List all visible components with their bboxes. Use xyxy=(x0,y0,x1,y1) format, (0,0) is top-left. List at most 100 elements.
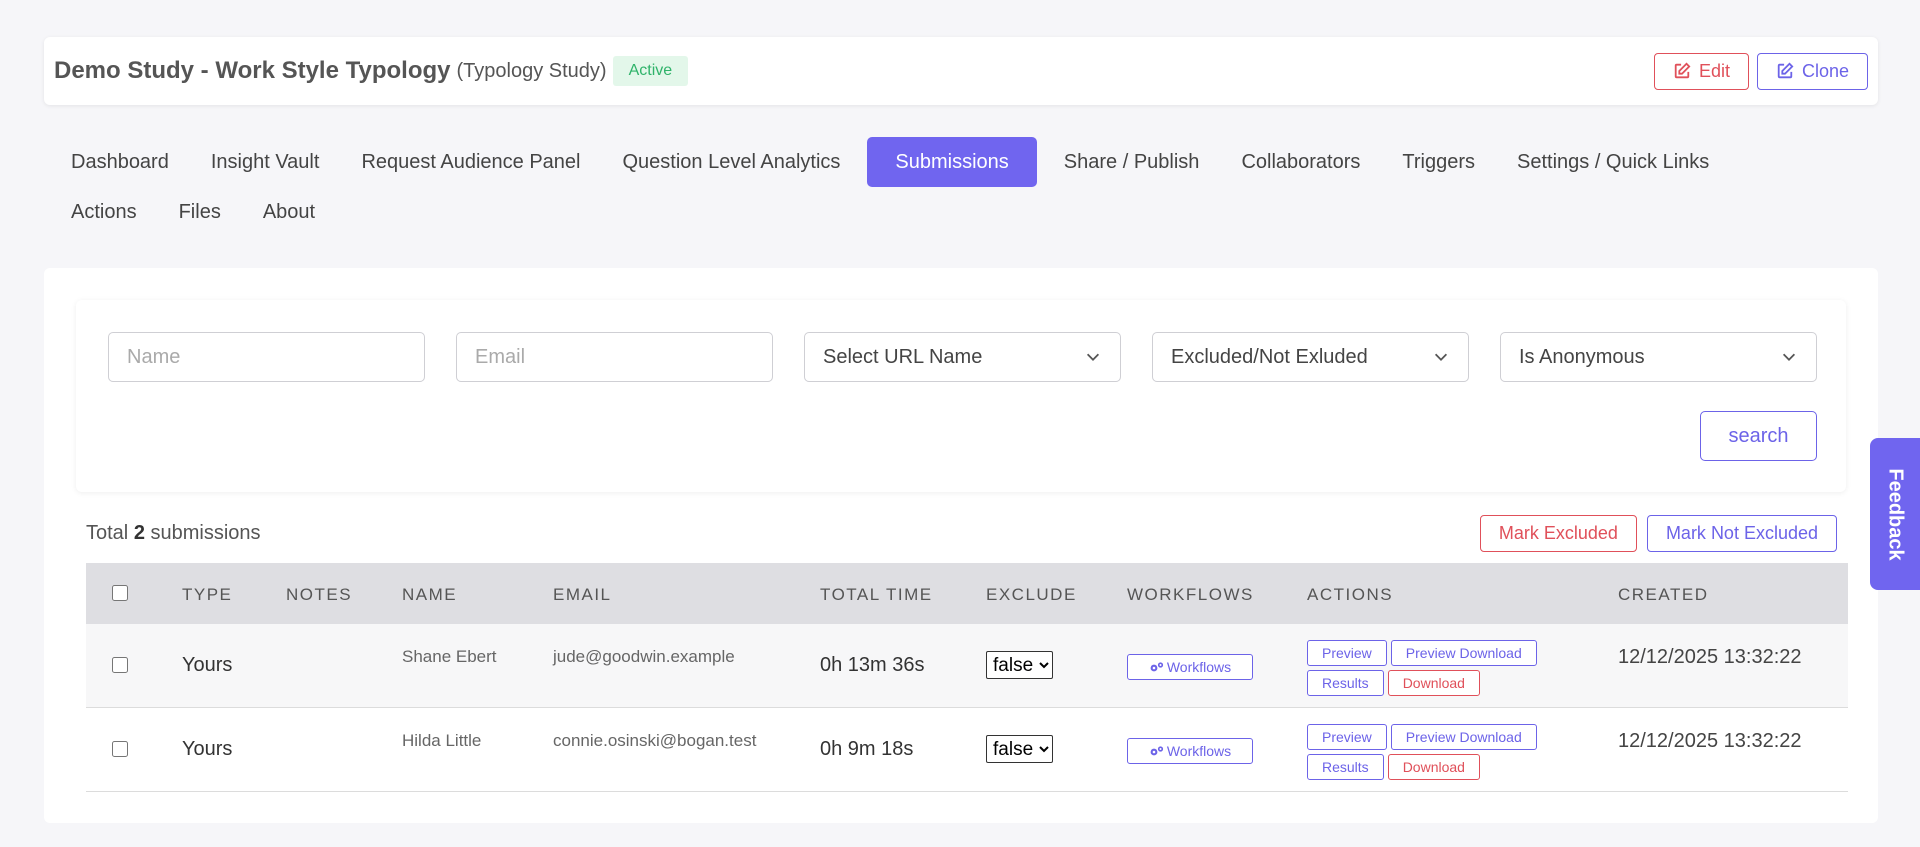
filter-panel: Select URL Name Excluded/Not Exluded Is … xyxy=(76,300,1846,492)
header-total-time: TOTAL TIME xyxy=(820,585,933,604)
total-prefix: Total xyxy=(86,522,129,544)
row-total-time: 0h 13m 36s xyxy=(820,654,925,676)
row-checkbox[interactable] xyxy=(112,741,128,757)
row-name: Hilda Little xyxy=(402,731,482,750)
row-actions-cell: Preview Preview Download Results Downloa… xyxy=(1307,640,1577,696)
select-all-checkbox[interactable] xyxy=(112,585,128,601)
url-name-select[interactable]: Select URL Name xyxy=(804,332,1121,382)
tab-insight-vault[interactable]: Insight Vault xyxy=(190,137,341,187)
excluded-select[interactable]: Excluded/Not Exluded xyxy=(1152,332,1469,382)
row-workflows-cell: Workflows xyxy=(1127,654,1253,680)
table-header: TYPE NOTES NAME EMAIL TOTAL TIME EXCLUDE… xyxy=(86,563,1848,624)
mark-excluded-button[interactable]: Mark Excluded xyxy=(1479,515,1637,552)
header-name: NAME xyxy=(402,585,458,604)
study-header: Demo Study - Work Style Typology (Typolo… xyxy=(44,37,1878,105)
chevron-down-icon xyxy=(1782,353,1796,361)
tab-request-audience-panel[interactable]: Request Audience Panel xyxy=(340,137,601,187)
tab-row-2: Actions Files About xyxy=(50,187,1890,237)
row-select-cell xyxy=(112,657,128,678)
tab-files[interactable]: Files xyxy=(158,187,242,237)
row-exclude-cell: false xyxy=(986,651,1053,679)
clone-icon xyxy=(1777,62,1794,79)
download-button[interactable]: Download xyxy=(1387,670,1480,696)
chevron-down-icon xyxy=(1434,353,1448,361)
total-submissions: Total 2 submissions xyxy=(86,522,261,545)
row-checkbox[interactable] xyxy=(112,657,128,673)
download-button[interactable]: Download xyxy=(1387,754,1480,780)
tab-triggers[interactable]: Triggers xyxy=(1381,137,1496,187)
workflows-button[interactable]: Workflows xyxy=(1127,654,1253,680)
total-count: 2 xyxy=(133,522,145,544)
url-name-select-value: Select URL Name xyxy=(823,345,983,368)
header-created: CREATED xyxy=(1618,585,1709,604)
anonymous-select[interactable]: Is Anonymous xyxy=(1500,332,1817,382)
submissions-panel: Select URL Name Excluded/Not Exluded Is … xyxy=(44,268,1878,823)
feedback-tab[interactable]: Feedback xyxy=(1870,438,1920,590)
preview-download-button[interactable]: Preview Download xyxy=(1390,640,1537,666)
clone-button[interactable]: Clone xyxy=(1756,52,1868,90)
select-all-cell xyxy=(112,585,128,606)
cogs-icon xyxy=(1150,662,1163,672)
anonymous-select-value: Is Anonymous xyxy=(1519,345,1645,368)
tab-submissions[interactable]: Submissions xyxy=(867,137,1037,187)
table-row: Yours Hilda Little connie.osinski@bogan.… xyxy=(86,708,1848,792)
tab-share-publish[interactable]: Share / Publish xyxy=(1043,137,1221,187)
study-title: Demo Study - Work Style Typology xyxy=(54,57,451,84)
email-input[interactable] xyxy=(456,332,773,382)
results-button[interactable]: Results xyxy=(1307,670,1384,696)
mark-not-excluded-button[interactable]: Mark Not Excluded xyxy=(1646,515,1837,552)
tab-collaborators[interactable]: Collaborators xyxy=(1220,137,1381,187)
table-row: Yours Shane Ebert jude@goodwin.example 0… xyxy=(86,624,1848,708)
header-actions: ACTIONS xyxy=(1307,585,1394,604)
header-notes: NOTES xyxy=(286,585,353,604)
cogs-icon xyxy=(1150,746,1163,756)
row-actions-cell: Preview Preview Download Results Downloa… xyxy=(1307,724,1577,780)
results-button[interactable]: Results xyxy=(1307,754,1384,780)
row-name: Shane Ebert xyxy=(402,647,497,666)
status-badge: Active xyxy=(612,56,689,86)
row-email: jude@goodwin.example xyxy=(553,647,735,666)
feedback-label: Feedback xyxy=(1884,467,1907,561)
tab-question-level-analytics[interactable]: Question Level Analytics xyxy=(602,137,862,187)
edit-button[interactable]: Edit xyxy=(1653,52,1749,90)
exclude-select[interactable]: false xyxy=(986,651,1053,679)
row-workflows-cell: Workflows xyxy=(1127,738,1253,764)
header-actions: Edit Clone xyxy=(1653,52,1868,90)
tab-settings-quick-links[interactable]: Settings / Quick Links xyxy=(1496,137,1730,187)
edit-label: Edit xyxy=(1698,60,1730,81)
preview-button[interactable]: Preview xyxy=(1307,640,1387,666)
row-total-time: 0h 9m 18s xyxy=(820,738,914,760)
row-exclude-cell: false xyxy=(986,735,1053,763)
row-type: Yours xyxy=(182,654,233,676)
exclude-select[interactable]: false xyxy=(986,735,1053,763)
header-email: EMAIL xyxy=(553,585,612,604)
edit-icon xyxy=(1674,62,1691,79)
tab-dashboard[interactable]: Dashboard xyxy=(50,137,190,187)
workflows-label: Workflows xyxy=(1166,659,1232,675)
clone-label: Clone xyxy=(1801,60,1849,81)
row-select-cell xyxy=(112,741,128,762)
row-email: connie.osinski@bogan.test xyxy=(553,731,757,750)
workflows-label: Workflows xyxy=(1166,743,1232,759)
workflows-button[interactable]: Workflows xyxy=(1127,738,1253,764)
chevron-down-icon xyxy=(1086,353,1100,361)
preview-download-button[interactable]: Preview Download xyxy=(1390,724,1537,750)
row-type: Yours xyxy=(182,738,233,760)
study-tabs: Dashboard Insight Vault Request Audience… xyxy=(50,137,1890,237)
header-type: TYPE xyxy=(182,585,233,604)
preview-button[interactable]: Preview xyxy=(1307,724,1387,750)
header-exclude: EXCLUDE xyxy=(986,585,1077,604)
submissions-table: TYPE NOTES NAME EMAIL TOTAL TIME EXCLUDE… xyxy=(86,563,1848,792)
tab-about[interactable]: About xyxy=(242,187,336,237)
header-workflows: WORKFLOWS xyxy=(1127,585,1254,604)
search-button[interactable]: search xyxy=(1700,411,1817,461)
excluded-select-value: Excluded/Not Exluded xyxy=(1171,345,1368,368)
tab-actions[interactable]: Actions xyxy=(50,187,158,237)
study-type: (Typology Study) xyxy=(456,59,607,82)
row-created: 12/12/2025 13:32:22 xyxy=(1618,730,1802,752)
total-suffix: submissions xyxy=(150,522,261,544)
row-created: 12/12/2025 13:32:22 xyxy=(1618,646,1802,668)
name-input[interactable] xyxy=(108,332,425,382)
bulk-actions: Mark Excluded Mark Not Excluded xyxy=(1479,515,1837,552)
tab-row-1: Dashboard Insight Vault Request Audience… xyxy=(50,137,1890,187)
